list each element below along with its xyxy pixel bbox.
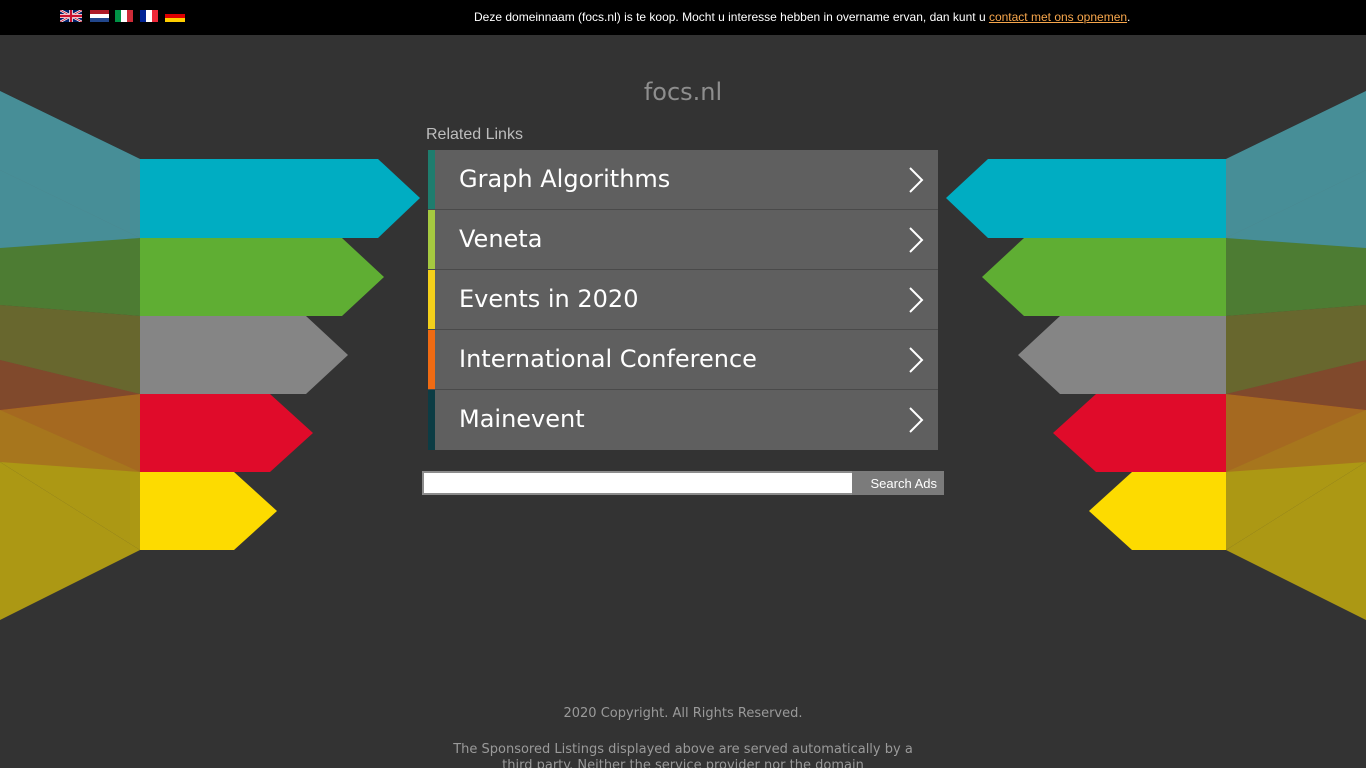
notice-text: Deze domeinnaam (focs.nl) is te koop. Mo… bbox=[474, 10, 989, 24]
link-color-bar bbox=[428, 270, 435, 329]
chevron-right-icon bbox=[908, 286, 924, 314]
chevron-right-icon bbox=[908, 346, 924, 374]
contact-link[interactable]: contact met ons opnemen bbox=[989, 10, 1127, 24]
link-label: Veneta bbox=[459, 225, 543, 253]
chevron-right-icon bbox=[908, 226, 924, 254]
search-input[interactable] bbox=[422, 471, 854, 495]
link-color-bar bbox=[428, 150, 435, 209]
notice-end: . bbox=[1127, 10, 1131, 24]
search-ads-form: Search Ads bbox=[422, 471, 944, 495]
related-link-mainevent[interactable]: Mainevent bbox=[428, 390, 938, 450]
link-color-bar bbox=[428, 390, 435, 450]
link-label: International Conference bbox=[459, 345, 757, 373]
copyright-text: 2020 Copyright. All Rights Reserved. bbox=[563, 706, 803, 721]
related-links-label: Related Links bbox=[426, 126, 523, 143]
search-ads-button[interactable]: Search Ads bbox=[852, 471, 944, 495]
top-bar: Deze domeinnaam (focs.nl) is te koop. Mo… bbox=[0, 0, 1366, 35]
chevron-right-icon bbox=[908, 166, 924, 194]
related-link-events-in-2020[interactable]: Events in 2020 bbox=[428, 270, 938, 330]
related-link-international-conference[interactable]: International Conference bbox=[428, 330, 938, 390]
footer: 2020 Copyright. All Rights Reserved. The… bbox=[0, 706, 1366, 768]
link-label: Mainevent bbox=[459, 405, 585, 433]
related-link-graph-algorithms[interactable]: Graph Algorithms bbox=[428, 150, 938, 210]
it-flag-icon[interactable] bbox=[115, 10, 133, 22]
link-color-bar bbox=[428, 330, 435, 389]
domain-sale-notice: Deze domeinnaam (focs.nl) is te koop. Mo… bbox=[474, 10, 1130, 24]
link-label: Graph Algorithms bbox=[459, 165, 671, 193]
uk-flag-icon[interactable] bbox=[60, 10, 82, 22]
link-label: Events in 2020 bbox=[459, 285, 639, 313]
link-color-bar bbox=[428, 210, 435, 269]
sponsored-disclaimer: The Sponsored Listings displayed above a… bbox=[453, 742, 913, 768]
related-links-list: Graph Algorithms Veneta Events in 2020 I… bbox=[428, 150, 938, 450]
related-link-veneta[interactable]: Veneta bbox=[428, 210, 938, 270]
de-flag-icon[interactable] bbox=[165, 10, 185, 22]
nl-flag-icon[interactable] bbox=[90, 10, 109, 22]
fr-flag-icon[interactable] bbox=[140, 10, 158, 22]
chevron-right-icon bbox=[908, 406, 924, 434]
site-title: focs.nl bbox=[643, 78, 723, 106]
